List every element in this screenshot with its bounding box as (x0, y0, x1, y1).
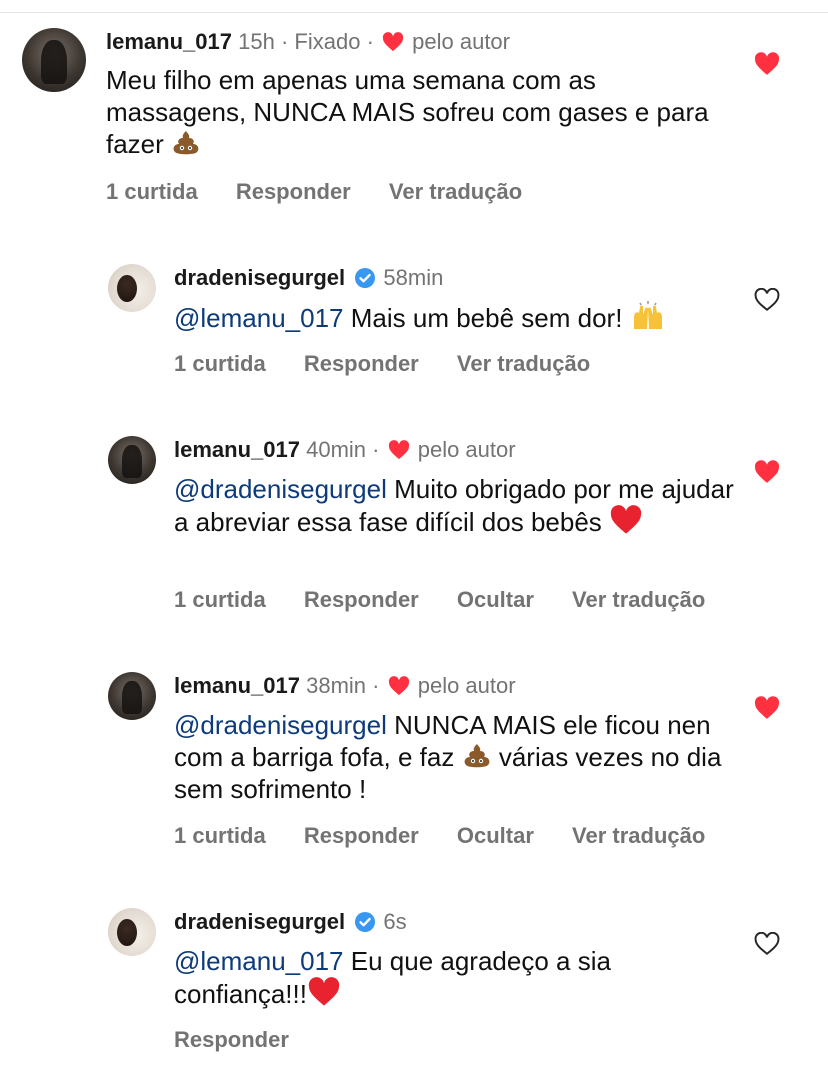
comment-meta: lemanu_017 15h · Fixado · pelo autor (106, 28, 510, 56)
red-heart-emoji-icon (610, 505, 642, 534)
comment-actions: 1 curtida Responder Ver tradução (106, 178, 554, 206)
reply-button[interactable]: Responder (304, 351, 419, 376)
comment-meta: lemanu_017 38min · pelo autor (174, 672, 516, 700)
heart-icon (388, 440, 409, 460)
timestamp: 6s (383, 909, 407, 934)
separator-dot: · (366, 29, 374, 54)
reply-button[interactable]: Responder (236, 179, 351, 204)
avatar[interactable] (108, 908, 156, 956)
heart-outline-icon[interactable] (754, 932, 780, 956)
separator-dot: · (280, 29, 289, 54)
poop-emoji-icon (173, 131, 199, 155)
avatar[interactable] (108, 264, 156, 312)
reply-button[interactable]: Responder (304, 587, 419, 612)
username[interactable]: dradenisegurgel (174, 265, 345, 290)
author-like-label: pelo autor (417, 437, 516, 462)
heart-icon (382, 32, 404, 52)
verified-badge-icon (355, 912, 376, 932)
separator-dot: · (372, 673, 380, 698)
heart-outline-icon[interactable] (754, 288, 780, 312)
comment-text: @lemanu_017 Eu que agradeço a sia confia… (174, 945, 734, 1010)
author-like-label: pelo autor (412, 29, 510, 54)
mention-link[interactable]: @lemanu_017 (174, 946, 344, 976)
comment-meta: dradenisegurgel 6s (174, 908, 407, 936)
username[interactable]: lemanu_017 (106, 29, 232, 54)
translate-button[interactable]: Ver tradução (572, 823, 705, 848)
raised-hands-emoji-icon (633, 301, 662, 329)
mention-link[interactable]: @lemanu_017 (174, 303, 344, 333)
likes-count[interactable]: 1 curtida (174, 587, 266, 612)
likes-count[interactable]: 1 curtida (106, 179, 198, 204)
reply-button[interactable]: Responder (304, 823, 419, 848)
likes-count[interactable]: 1 curtida (174, 823, 266, 848)
translate-button[interactable]: Ver tradução (572, 587, 705, 612)
comment-text: @lemanu_017 Mais um bebê sem dor! (174, 301, 734, 334)
avatar[interactable] (22, 28, 86, 92)
timestamp: 38min (306, 673, 367, 698)
username[interactable]: lemanu_017 (174, 673, 300, 698)
heart-filled-icon[interactable] (754, 460, 780, 484)
separator-dot: · (372, 437, 380, 462)
top-divider (0, 12, 828, 13)
username[interactable]: lemanu_017 (174, 437, 300, 462)
translate-button[interactable]: Ver tradução (389, 179, 522, 204)
avatar[interactable] (108, 436, 156, 484)
avatar[interactable] (108, 672, 156, 720)
comment-text: @dradenisegurgel NUNCA MAIS ele ficou ne… (174, 709, 734, 805)
author-like-label: pelo autor (417, 673, 516, 698)
red-heart-emoji-icon (308, 977, 340, 1006)
comment-body: Mais um bebê sem dor! (350, 303, 623, 333)
comment-actions: 1 curtida Responder Ver tradução (174, 350, 622, 378)
mention-link[interactable]: @dradenisegurgel (174, 710, 387, 740)
heart-icon (388, 676, 409, 696)
comment-actions: Responder (174, 1026, 321, 1054)
comment-meta: lemanu_017 40min · pelo autor (174, 436, 516, 464)
verified-badge-icon (355, 268, 376, 288)
pinned-label: Fixado (294, 29, 361, 54)
heart-filled-icon[interactable] (754, 52, 780, 76)
timestamp: 40min (306, 437, 367, 462)
comment-text: @dradenisegurgel Muito obrigado por me a… (174, 473, 734, 538)
timestamp: 15h (238, 29, 275, 54)
likes-count[interactable]: 1 curtida (174, 351, 266, 376)
hide-button[interactable]: Ocultar (457, 823, 534, 848)
mention-link[interactable]: @dradenisegurgel (174, 474, 387, 504)
comment-meta: dradenisegurgel 58min (174, 264, 443, 292)
username[interactable]: dradenisegurgel (174, 909, 345, 934)
comment-actions: 1 curtida Responder Ocultar Ver tradução (174, 822, 737, 850)
poop-emoji-icon (464, 744, 490, 768)
comment-text: Meu filho em apenas uma semana com as ma… (106, 64, 726, 160)
translate-button[interactable]: Ver tradução (457, 351, 590, 376)
hide-button[interactable]: Ocultar (457, 587, 534, 612)
reply-button[interactable]: Responder (174, 1027, 289, 1052)
timestamp: 58min (383, 265, 444, 290)
comment-actions: 1 curtida Responder Ocultar Ver tradução (174, 586, 737, 614)
heart-filled-icon[interactable] (754, 696, 780, 720)
